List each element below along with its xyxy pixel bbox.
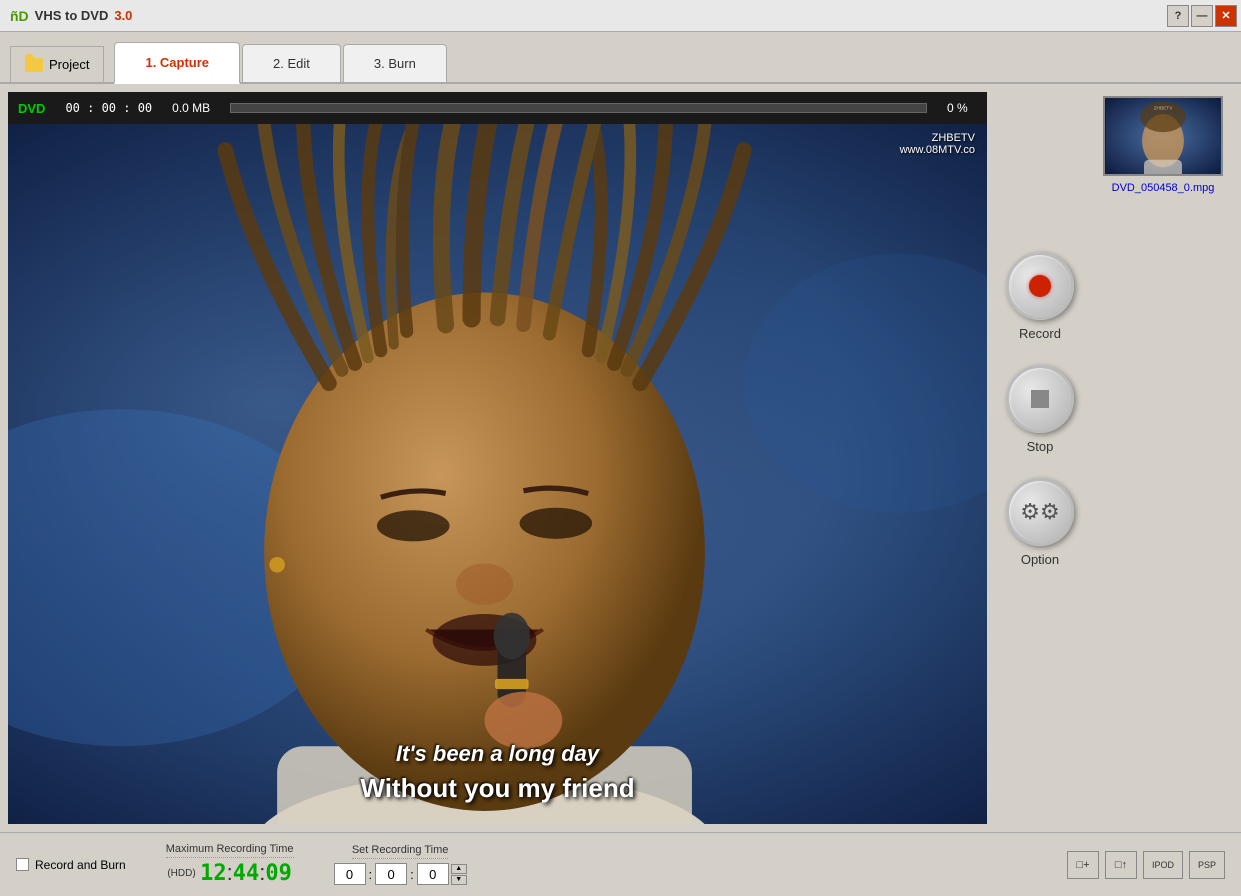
set-time-title: Set Recording Time (352, 844, 449, 859)
main-content: DVD 00 : 00 : 00 0.0 MB 0 % (0, 84, 1241, 896)
export-button[interactable]: □↑ (1105, 851, 1137, 879)
max-time-minutes: 44 (233, 861, 260, 886)
stop-icon (1031, 390, 1049, 408)
close-button[interactable]: ✕ (1215, 5, 1237, 27)
option-button[interactable]: ⚙⚙ (1006, 478, 1074, 546)
watermark: ZHBETV www.08MTV.co (900, 132, 975, 156)
psp-button[interactable]: PSP (1189, 851, 1225, 879)
spin-down-button[interactable]: ▼ (451, 875, 467, 885)
app-name-label: VHS to DVD (35, 8, 109, 23)
thumbnail-art: ZHBETV (1105, 98, 1221, 174)
ipod-group: IPOD (1143, 851, 1183, 879)
psp-icon: PSP (1198, 860, 1216, 870)
capture-area: DVD 00 : 00 : 00 0.0 MB 0 % (0, 84, 1241, 832)
new-file-group: □+ (1067, 851, 1099, 879)
window-controls: ? — ✕ (1167, 5, 1237, 27)
app-title: ñD VHS to DVD 3.0 (10, 8, 132, 24)
project-button[interactable]: Project (10, 46, 104, 82)
watermark-line1: ZHBETV (900, 132, 975, 144)
video-frame: ZHBETV www.08MTV.co It's been a long day… (8, 124, 987, 824)
progress-percent: 0 % (947, 101, 977, 115)
export-icon: □↑ (1115, 859, 1127, 871)
max-time-section: Maximum Recording Time (HDD) 12 : 44 : 0… (166, 843, 294, 886)
right-panel: ZHBETV DVD_050458_0.mpg (1093, 92, 1233, 824)
ipod-button[interactable]: IPOD (1143, 851, 1183, 879)
gears-icon: ⚙⚙ (1020, 499, 1059, 525)
thumbnail-image: ZHBETV (1105, 98, 1221, 174)
max-time-seconds: 09 (265, 861, 292, 886)
bottom-right-icons: □+ □↑ IPOD PSP (1067, 851, 1225, 879)
timecode-display: 00 : 00 : 00 (65, 101, 152, 115)
svg-text:ZHBETV: ZHBETV (1154, 105, 1174, 111)
title-bar: ñD VHS to DVD 3.0 ? — ✕ (0, 0, 1241, 32)
record-burn-section: Record and Burn (16, 858, 126, 872)
export-group: □↑ (1105, 851, 1137, 879)
set-time-inputs: : : ▲ ▼ (334, 863, 467, 885)
tab-bar: Project 1. Capture 2. Edit 3. Burn (0, 32, 1241, 84)
subtitle-line2: Without you my friend (57, 773, 938, 804)
watermark-line2: www.08MTV.co (900, 144, 975, 156)
set-time-minutes[interactable] (375, 863, 407, 885)
tab-capture-label: 1. Capture (145, 55, 209, 70)
bottom-bar: Record and Burn Maximum Recording Time (… (0, 832, 1241, 896)
max-time-hours: 12 (200, 861, 227, 886)
thumbnail-box: ZHBETV (1103, 96, 1223, 176)
stop-button[interactable] (1006, 365, 1074, 433)
record-burn-checkbox[interactable] (16, 858, 29, 871)
new-file-icon: □+ (1076, 859, 1089, 871)
record-label: Record (1019, 326, 1061, 341)
set-time-section: Set Recording Time : : ▲ ▼ (334, 844, 467, 885)
spin-up-button[interactable]: ▲ (451, 864, 467, 874)
new-file-button[interactable]: □+ (1067, 851, 1099, 879)
version-label: 3.0 (114, 8, 132, 23)
video-info-bar: DVD 00 : 00 : 00 0.0 MB 0 % (8, 92, 987, 124)
subtitle-line1: It's been a long day (57, 741, 938, 767)
record-button[interactable] (1006, 252, 1074, 320)
filesize-display: 0.0 MB (172, 101, 210, 115)
thumbnail-filename: DVD_050458_0.mpg (1112, 182, 1215, 194)
set-time-seconds[interactable] (417, 863, 449, 885)
logo-icon: ñD (10, 8, 29, 24)
minimize-button[interactable]: — (1191, 5, 1213, 27)
option-label: Option (1021, 552, 1059, 567)
video-display: ZHBETV www.08MTV.co It's been a long day… (8, 124, 987, 824)
psp-group: PSP (1189, 851, 1225, 879)
controls-panel: Record Stop ⚙⚙ Option (995, 92, 1085, 824)
record-icon (1029, 275, 1051, 297)
ipod-icon: IPOD (1152, 860, 1174, 870)
tab-burn[interactable]: 3. Burn (343, 44, 447, 82)
stop-label: Stop (1027, 439, 1054, 454)
video-art (8, 124, 987, 824)
progress-bar (230, 103, 927, 113)
format-label: DVD (18, 101, 45, 116)
tab-edit-label: 2. Edit (273, 56, 310, 71)
max-time-subtitle: (HDD) (167, 868, 195, 879)
set-time-hours[interactable] (334, 863, 366, 885)
project-label: Project (49, 57, 89, 72)
help-button[interactable]: ? (1167, 5, 1189, 27)
time-spinners: ▲ ▼ (451, 864, 467, 885)
colon1: : (368, 867, 374, 882)
folder-icon (25, 58, 43, 72)
max-time-title: Maximum Recording Time (166, 843, 294, 858)
record-burn-label: Record and Burn (35, 858, 126, 872)
tab-capture[interactable]: 1. Capture (114, 42, 240, 84)
colon2: : (409, 867, 415, 882)
subtitle-area: It's been a long day Without you my frie… (57, 741, 938, 804)
tab-burn-label: 3. Burn (374, 56, 416, 71)
video-panel: DVD 00 : 00 : 00 0.0 MB 0 % (8, 92, 987, 824)
tab-edit[interactable]: 2. Edit (242, 44, 341, 82)
